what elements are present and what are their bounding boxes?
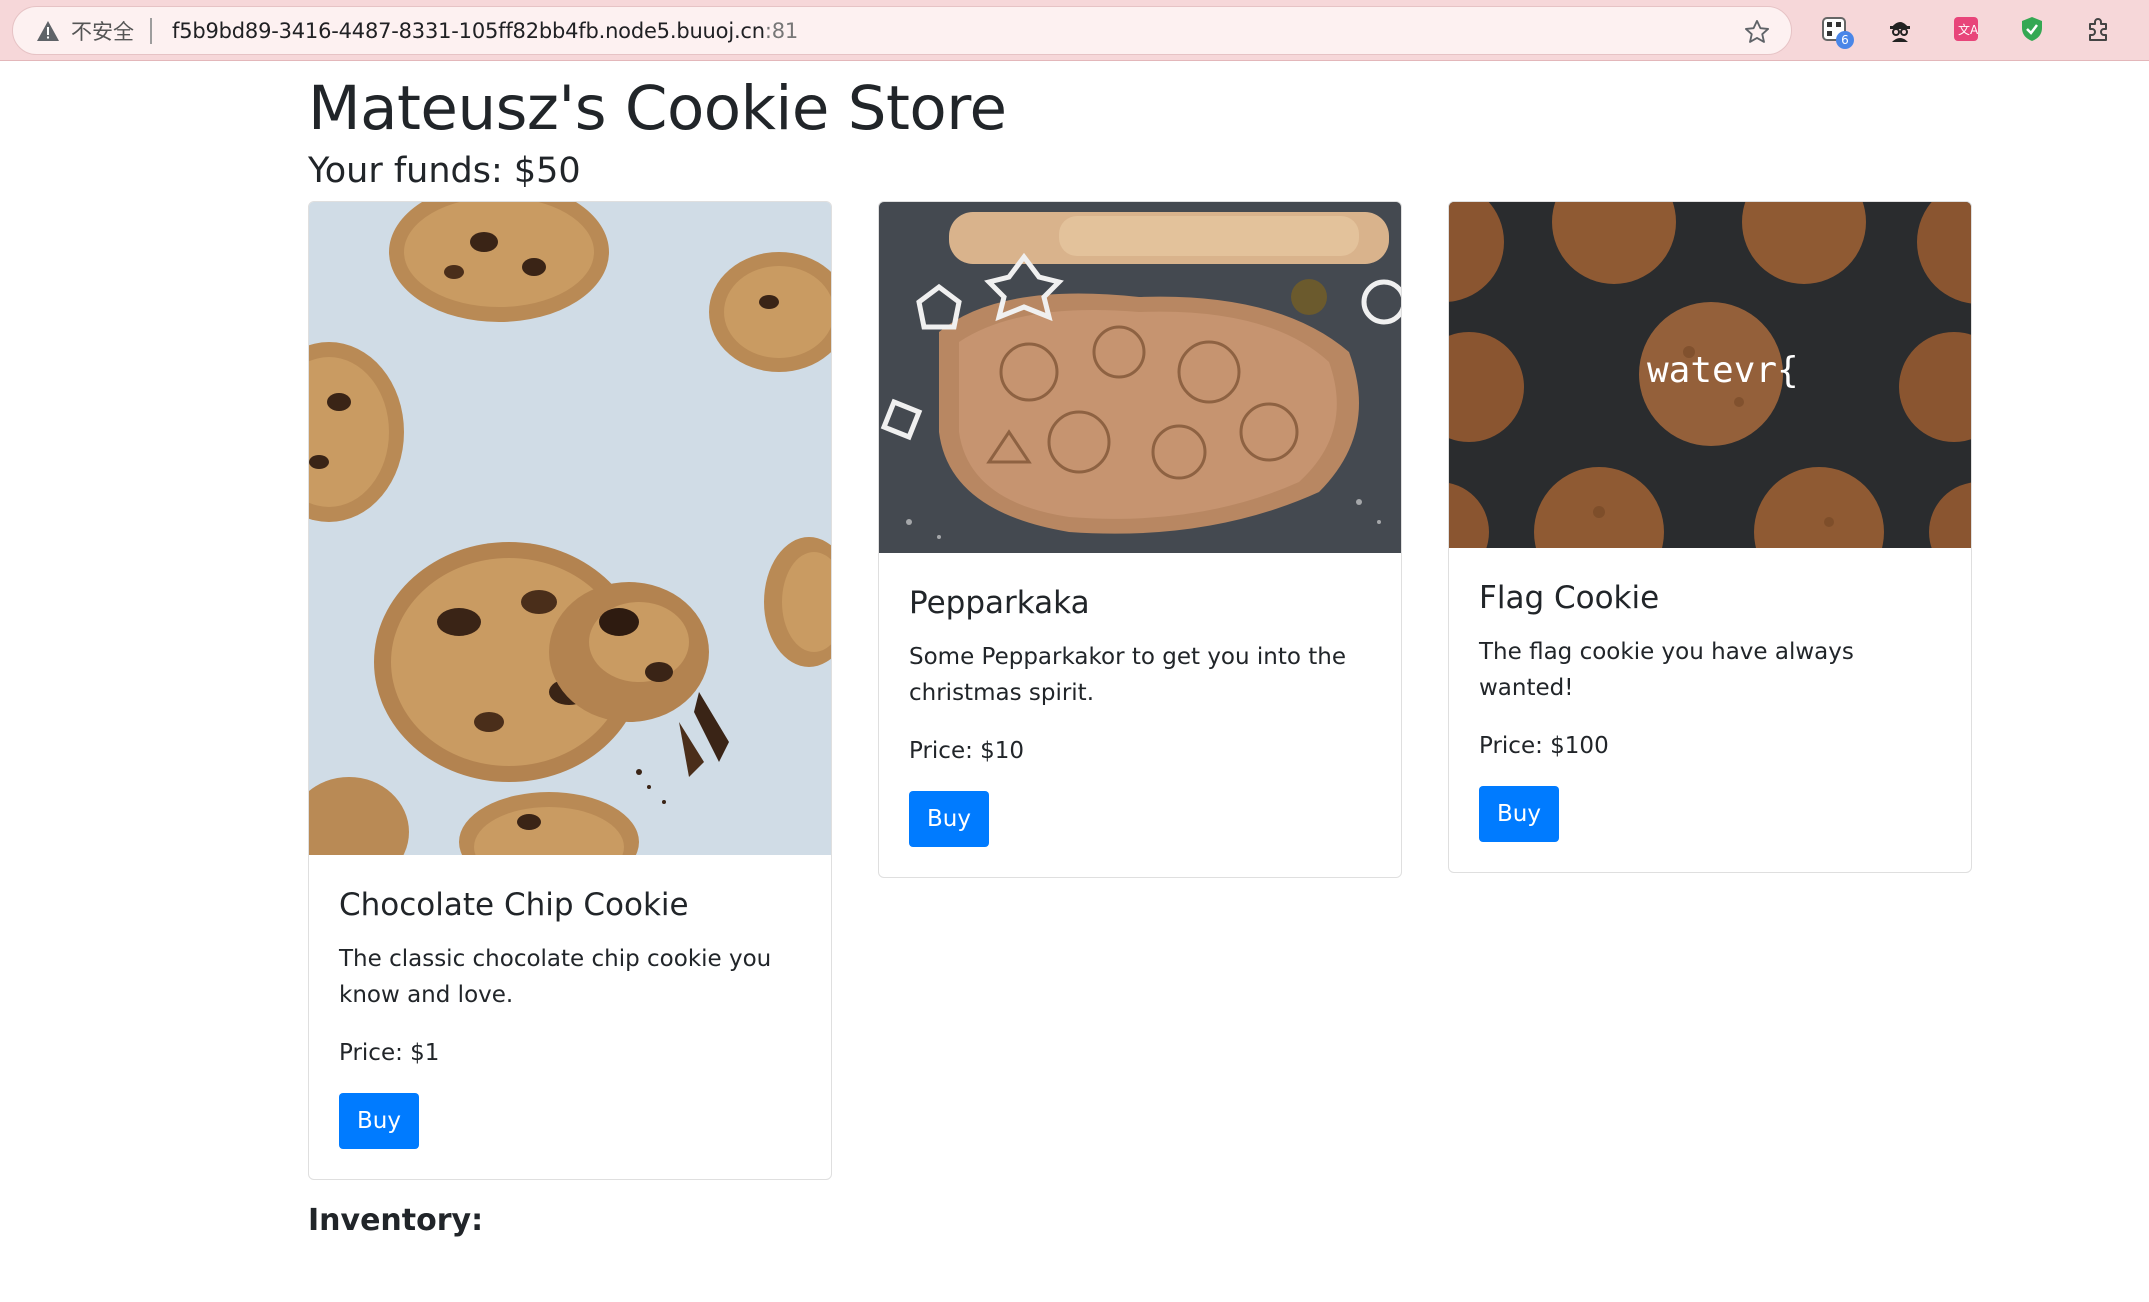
inventory-heading: Inventory: (308, 1203, 484, 1238)
url-host: f5b9bd89-3416-4487-8331-105ff82bb4fb.nod… (172, 18, 765, 43)
extensions-puzzle-icon[interactable] (2082, 13, 2114, 45)
buy-button-chocolate-chip[interactable]: Buy (339, 1093, 419, 1149)
product-name: Pepparkaka (909, 585, 1090, 621)
pepparkaka-image (879, 202, 1401, 553)
extension-qr-icon[interactable]: 6 (1818, 13, 1854, 49)
product-name: Flag Cookie (1479, 580, 1660, 616)
url-text[interactable]: f5b9bd89-3416-4487-8331-105ff82bb4fb.nod… (172, 19, 798, 43)
extension-badge: 6 (1836, 31, 1854, 49)
product-description: The flag cookie you have always wanted! (1479, 639, 1854, 701)
page-content: Mateusz's Cookie Store Your funds: $50 C… (0, 61, 2149, 1302)
flag-cookie-image: watevr{ (1449, 202, 1971, 548)
product-price: Price: $1 (339, 1040, 440, 1066)
extension-translate-icon[interactable]: 文A (1950, 13, 1982, 45)
card-body: Flag Cookie The flag cookie you have alw… (1449, 548, 1971, 872)
browser-toolbar: 不安全 f5b9bd89-3416-4487-8331-105ff82bb4fb… (0, 0, 2149, 61)
bookmark-star-icon[interactable] (1743, 18, 1771, 46)
product-price: Price: $10 (909, 738, 1025, 764)
svg-text:文A: 文A (1958, 22, 1979, 37)
product-card-flag-cookie: watevr{ Flag Cookie The flag cookie you … (1448, 201, 1972, 873)
product-card-chocolate-chip: Chocolate Chip Cookie The classic chocol… (308, 201, 832, 1180)
buy-button-pepparkaka[interactable]: Buy (909, 791, 989, 847)
address-divider (150, 17, 152, 44)
url-port: :81 (764, 18, 799, 43)
funds-display: Your funds: $50 (308, 151, 581, 191)
product-name: Chocolate Chip Cookie (339, 887, 689, 923)
product-price: Price: $100 (1479, 733, 1609, 759)
flag-cookie-image-text: watevr{ (1647, 350, 1799, 391)
chocolate-chip-cookie-image (309, 202, 831, 855)
extension-spy-icon[interactable] (1884, 13, 1916, 45)
product-description: Some Pepparkakor to get you into the chr… (909, 644, 1346, 706)
card-body: Pepparkaka Some Pepparkakor to get you i… (879, 553, 1401, 877)
product-description: The classic chocolate chip cookie you kn… (339, 946, 772, 1008)
card-body: Chocolate Chip Cookie The classic chocol… (309, 855, 831, 1179)
extension-shield-icon[interactable] (2016, 13, 2048, 45)
product-card-pepparkaka: Pepparkaka Some Pepparkakor to get you i… (878, 201, 1402, 878)
buy-button-flag-cookie[interactable]: Buy (1479, 786, 1559, 842)
warning-icon[interactable] (35, 18, 61, 44)
address-bar[interactable]: 不安全 f5b9bd89-3416-4487-8331-105ff82bb4fb… (12, 6, 1792, 55)
security-label[interactable]: 不安全 (71, 16, 134, 46)
page-title: Mateusz's Cookie Store (308, 73, 1007, 144)
